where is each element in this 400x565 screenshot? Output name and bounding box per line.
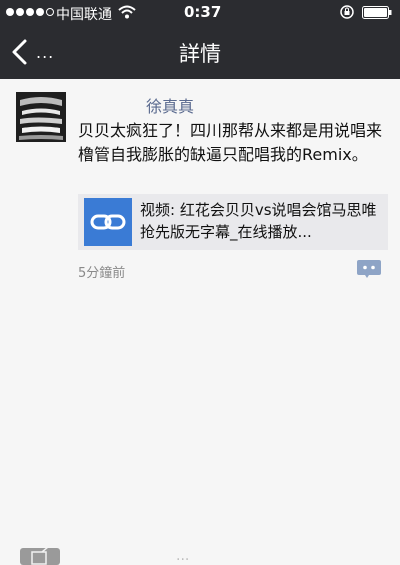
avatar[interactable] — [16, 92, 66, 142]
post-timestamp: 5分鐘前 — [78, 266, 126, 281]
compose-icon[interactable] — [20, 548, 60, 565]
author-name[interactable]: 徐真真 — [146, 93, 194, 117]
signal-dot — [46, 8, 54, 16]
signal-strength-icon — [6, 8, 54, 18]
avatar-image — [16, 92, 66, 142]
carrier-name: 中国联通 — [56, 7, 112, 23]
signal-dot — [26, 8, 34, 16]
shared-link-card[interactable]: 视频: 红花会贝贝vs说唱会馆马思唯 抢先版无字幕_在线播放... — [78, 194, 388, 250]
navigation-bar: ... 詳情 — [0, 26, 400, 79]
faint-text: ... — [176, 548, 190, 564]
post-text: 贝贝太疯狂了！四川那帮从来都是用说唱来橹管自我膨胀的缺逼只配唱我的Remix。 — [78, 121, 383, 164]
link-thumbnail — [84, 198, 132, 246]
clock: 0:37 — [184, 3, 222, 21]
signal-dot — [36, 8, 44, 16]
app-header: 中国联通 0:37 ... 詳情 — [0, 0, 400, 79]
signal-dot — [16, 8, 24, 16]
signal-dot — [6, 8, 14, 16]
page-title: 詳情 — [179, 42, 221, 66]
wifi-icon — [118, 5, 136, 19]
comment-icon[interactable] — [356, 259, 382, 279]
link-icon — [90, 214, 126, 230]
battery-icon — [362, 6, 392, 19]
status-bar: 中国联通 0:37 — [0, 0, 400, 26]
bottom-bar: ... — [0, 540, 400, 565]
link-title: 视频: 红花会贝贝vs说唱会馆马思唯 抢先版无字幕_在线播放... — [140, 201, 377, 241]
orientation-lock-icon — [340, 5, 354, 19]
